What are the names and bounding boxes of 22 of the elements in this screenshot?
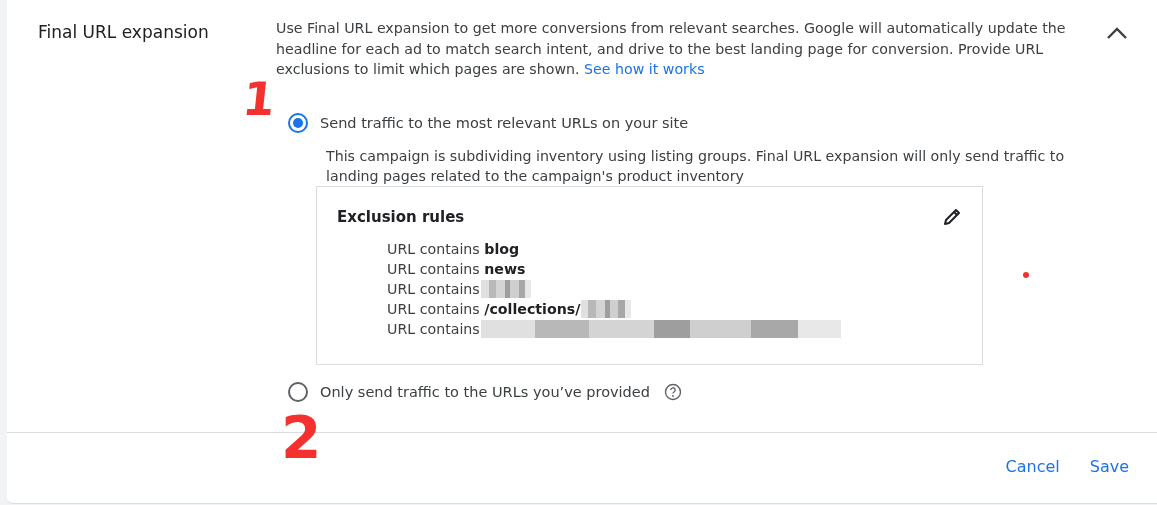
edit-icon[interactable] <box>942 206 962 227</box>
rule-text: URL contains /collections/ <box>387 300 581 317</box>
section-title: Final URL expansion <box>38 21 210 42</box>
footer-button[interactable]: Cancel <box>1005 453 1060 480</box>
description-text: Use Final URL expansion to get more conversions from relevant searches. Google will automatically update the headline for each ad to match search intent, and drive to the best landing page for conversion. Provide URL exclusions to limit which pages are shown. See how it works <box>276 19 1066 79</box>
collapse-icon[interactable] <box>1106 26 1128 40</box>
radio-button[interactable] <box>288 112 308 133</box>
handwritten-number: 1 <box>240 72 278 126</box>
handwritten-number: 2 <box>281 404 322 472</box>
option-label[interactable]: Send traffic to the most relevant URLs on your site <box>320 114 689 131</box>
rule-text: URL contains <box>387 320 480 337</box>
rule-text: URL contains news <box>387 260 526 277</box>
radio-button[interactable] <box>288 381 308 402</box>
option-label[interactable]: Only send traffic to the URLs you’ve provided <box>320 383 650 400</box>
help-icon[interactable] <box>663 382 682 401</box>
rule-text: URL contains blog <box>387 240 520 257</box>
rule-text: URL contains <box>387 280 480 297</box>
see-how-link[interactable]: See how it works <box>584 61 705 77</box>
info-text: This campaign is subdividing inventory using listing groups. Final URL expansion will only send traffic to landing pages related to the campaign's product inventory <box>326 146 1066 186</box>
footer-button[interactable]: Save <box>1089 453 1129 480</box>
annotation-dot <box>1023 272 1029 278</box>
panel-title: Exclusion rules <box>337 207 465 226</box>
